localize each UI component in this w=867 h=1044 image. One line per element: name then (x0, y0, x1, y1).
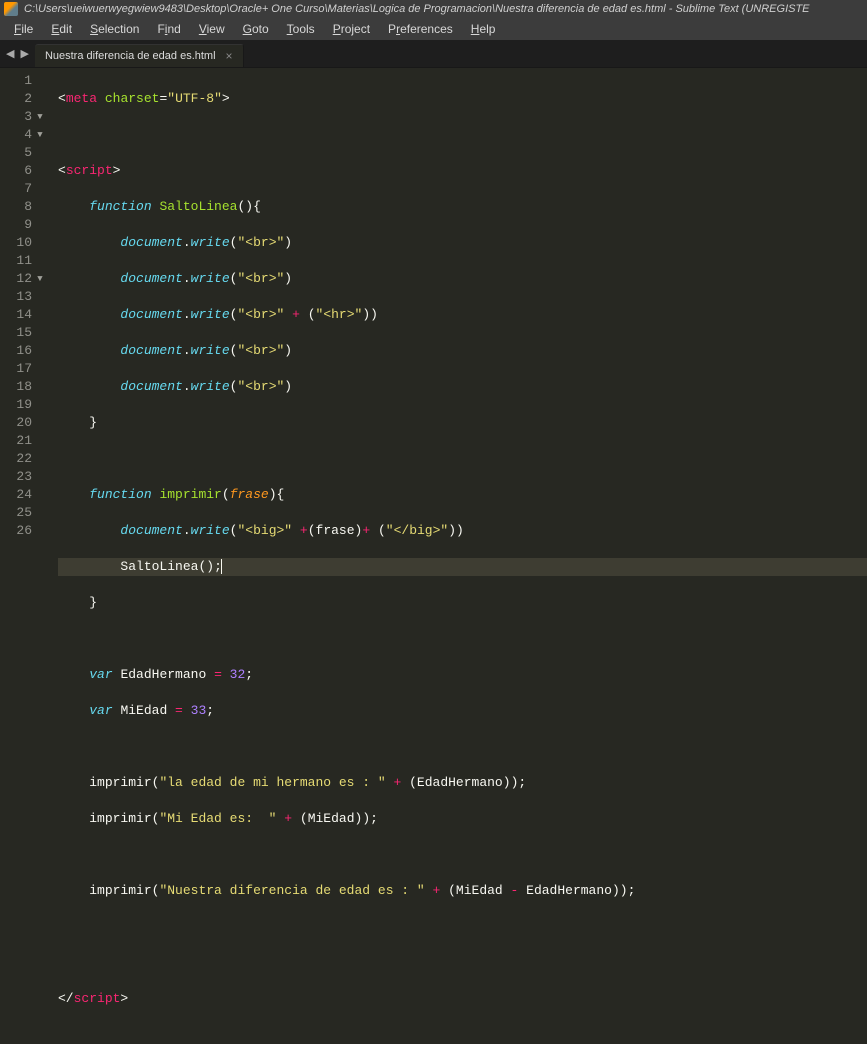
menu-goto[interactable]: Goto (235, 20, 277, 38)
menu-view[interactable]: View (191, 20, 233, 38)
title-bar: C:\Users\ueiwuerwyegwiew9483\Desktop\Ora… (0, 0, 867, 18)
menu-find[interactable]: Find (149, 20, 188, 38)
editor-area: 1 2 3▼ 4▼ 5 6 7 8 9 10 11 12▼ 13 14 15 1… (0, 68, 867, 584)
tab-title: Nuestra diferencia de edad es.html (45, 50, 216, 62)
file-tab[interactable]: Nuestra diferencia de edad es.html × (35, 44, 244, 67)
nav-forward-icon[interactable]: ▶ (20, 47, 28, 61)
tab-bar: ◀ ▶ Nuestra diferencia de edad es.html × (0, 40, 867, 68)
menu-bar: File Edit Selection Find View Goto Tools… (0, 18, 867, 40)
menu-project[interactable]: Project (325, 20, 378, 38)
fold-icon: ▼ (36, 108, 44, 126)
menu-preferences[interactable]: Preferences (380, 20, 461, 38)
app-icon (4, 2, 18, 16)
menu-tools[interactable]: Tools (279, 20, 323, 38)
menu-file[interactable]: File (6, 20, 41, 38)
nav-back-icon[interactable]: ◀ (6, 47, 14, 61)
close-icon[interactable]: × (226, 49, 233, 63)
menu-selection[interactable]: Selection (82, 20, 147, 38)
menu-edit[interactable]: Edit (43, 20, 80, 38)
text-cursor (221, 559, 222, 574)
fold-icon: ▼ (36, 126, 44, 144)
code-area[interactable]: <meta charset="UTF-8"> <script> function… (50, 68, 867, 584)
fold-icon: ▼ (36, 270, 44, 288)
line-gutter: 1 2 3▼ 4▼ 5 6 7 8 9 10 11 12▼ 13 14 15 1… (0, 68, 50, 584)
menu-help[interactable]: Help (463, 20, 504, 38)
window-title: C:\Users\ueiwuerwyegwiew9483\Desktop\Ora… (24, 3, 810, 15)
